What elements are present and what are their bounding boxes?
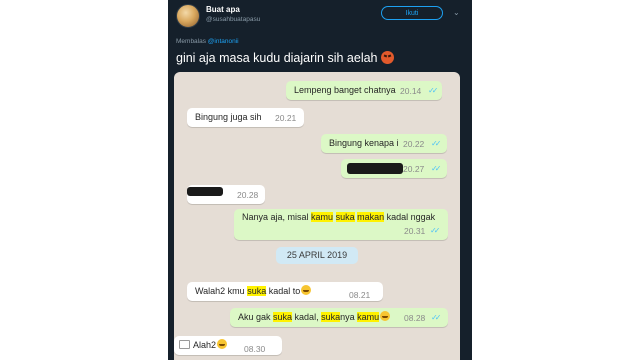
date-separator: 25 APRIL 2019: [276, 247, 358, 264]
read-ticks-icon: ✓✓: [428, 86, 439, 95]
follow-button[interactable]: Ikuti: [381, 6, 443, 20]
chat-bubble: Nanya aja, misal kamu suka makan kadal n…: [234, 209, 448, 240]
message-text: Walah2 kmu suka kadal to: [195, 282, 312, 301]
read-ticks-icon: ✓✓: [431, 164, 442, 173]
message-time: 20.28: [237, 190, 259, 200]
read-ticks-icon: ✓✓: [431, 313, 442, 322]
message-time: 20.14: [400, 86, 422, 96]
redacted-message: [187, 185, 223, 204]
read-ticks-icon: ✓✓: [431, 139, 442, 148]
chevron-down-icon[interactable]: ⌄: [453, 8, 460, 17]
chat-bubble: Bingung juga sih 20.21: [187, 108, 304, 127]
user-handle[interactable]: @susahbuatapasu: [206, 16, 260, 23]
chat-bubble: Lempeng banget chatnya 20.14 ✓✓: [286, 81, 442, 100]
blowing-kiss-emoji-icon: [380, 311, 391, 321]
tweet-text: gini aja masa kudu diajarin sih aelah: [176, 51, 394, 65]
reply-mention-link[interactable]: @intanonii: [208, 38, 239, 45]
message-time: 08.21: [349, 290, 371, 300]
angry-face-emoji-icon: [380, 51, 394, 64]
read-ticks-icon: ✓✓: [430, 226, 441, 235]
redaction-bar: [347, 163, 403, 175]
message-time: 20.21: [275, 113, 297, 123]
message-time: 20.22: [403, 139, 425, 149]
message-text: Bingung juga sih: [195, 112, 262, 122]
redaction-bar: [187, 187, 223, 197]
tweet-text-content: gini aja masa kudu diajarin sih aelah: [176, 51, 378, 65]
message-text: Lempeng banget chatnya: [294, 85, 396, 95]
message-text: Aku gak suka kadal, sukanya kamu: [238, 308, 391, 327]
chat-bubble: 20.28: [187, 185, 265, 204]
message-text: Alah2: [179, 336, 228, 355]
reply-prefix: Membalas: [176, 38, 206, 45]
message-time: 08.28: [404, 313, 426, 323]
message-time: 20.31: [404, 226, 426, 236]
chat-screenshot: Lempeng banget chatnya 20.14 ✓✓ Bingung …: [174, 72, 460, 360]
image-thumbnail-icon[interactable]: [179, 340, 190, 349]
grinning-face-emoji-icon: [301, 285, 312, 295]
message-time: 08.30: [244, 344, 266, 354]
grinning-face-emoji-icon: [217, 339, 228, 349]
chat-bubble: Alah2 08.30: [174, 336, 282, 355]
message-text: Bingung kenapa i: [329, 138, 399, 148]
redacted-message: [347, 159, 403, 178]
chat-bubble: Walah2 kmu suka kadal to 08.21: [187, 282, 383, 301]
display-name[interactable]: Buat apa: [206, 5, 240, 14]
chat-bubble: Aku gak suka kadal, sukanya kamu 08.28 ✓…: [230, 308, 448, 327]
chat-bubble: Bingung kenapa i 20.22 ✓✓: [321, 134, 447, 153]
avatar[interactable]: [176, 4, 200, 28]
message-time: 20.27: [403, 164, 425, 174]
chat-bubble: 20.27 ✓✓: [341, 159, 447, 178]
reply-context: Membalas @intanonii: [176, 38, 239, 45]
